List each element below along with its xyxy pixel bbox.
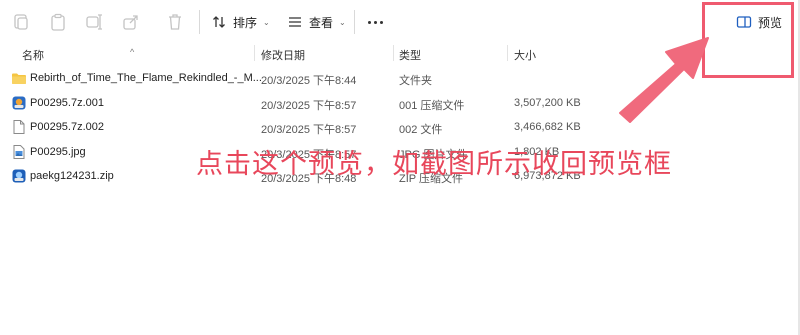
rename-icon[interactable] <box>83 11 105 33</box>
archive-icon <box>11 95 27 111</box>
preview-highlight-box <box>702 2 794 78</box>
folder-icon <box>11 70 27 86</box>
column-date-header[interactable]: 修改日期 <box>261 47 305 63</box>
file-name: P00295.jpg <box>30 145 86 158</box>
toolbar-separator <box>199 10 200 34</box>
sort-icon <box>213 16 225 28</box>
view-button[interactable]: 查看 ⌄ <box>287 10 346 34</box>
column-divider[interactable] <box>254 45 255 61</box>
copy-icon[interactable] <box>10 11 32 33</box>
annotation-text: 点击这个预览，如截图所示收回预览框 <box>196 149 672 180</box>
file-type: 文件夹 <box>399 75 432 87</box>
column-size-header[interactable]: 大小 <box>514 47 536 63</box>
file-name: Rebirth_of_Time_The_Flame_Rekindled_-_M.… <box>30 72 262 84</box>
chevron-down-icon: ⌄ <box>263 17 270 27</box>
column-name-header[interactable]: 名称 <box>22 47 44 63</box>
file-name: paekg124231.zip <box>30 170 114 182</box>
zip-icon <box>11 168 27 184</box>
file-row[interactable]: P00295.7z.001 20/3/2025 下午8:57 001 压缩文件 … <box>0 91 800 116</box>
image-file-icon <box>11 144 27 160</box>
file-name: P00295.7z.002 <box>30 121 105 133</box>
file-row[interactable]: P00295.7z.002 20/3/2025 下午8:57 002 文件 3,… <box>0 115 800 140</box>
column-divider[interactable] <box>507 45 508 61</box>
sort-ascending-icon: ^ <box>130 47 135 57</box>
delete-icon[interactable] <box>164 11 186 33</box>
file-type: 002 文件 <box>399 124 443 136</box>
view-label: 查看 <box>309 15 334 30</box>
command-bar: 排序 ⌄ 查看 ⌄ 预览 <box>0 0 800 44</box>
file-size: 3,507,200 KB <box>514 96 581 109</box>
chevron-down-icon: ⌄ <box>339 17 346 27</box>
file-date: 20/3/2025 下午8:44 <box>261 75 357 87</box>
column-divider[interactable] <box>393 45 394 61</box>
file-row[interactable]: Rebirth_of_Time_The_Flame_Rekindled_-_M.… <box>0 66 800 91</box>
file-icon <box>11 119 27 135</box>
file-type: 001 压缩文件 <box>399 99 465 112</box>
file-name: P00295.7z.001 <box>30 96 105 109</box>
paste-icon[interactable] <box>47 11 69 33</box>
file-size: 3,466,682 KB <box>514 121 581 133</box>
file-date: 20/3/2025 下午8:57 <box>261 99 357 112</box>
file-date: 20/3/2025 下午8:57 <box>261 124 357 136</box>
toolbar-separator <box>354 10 355 34</box>
more-options-icon[interactable] <box>366 12 384 32</box>
share-icon[interactable] <box>120 11 142 33</box>
sort-label: 排序 <box>233 15 258 30</box>
column-header: ^ 名称 修改日期 类型 大小 <box>0 41 800 65</box>
sort-button[interactable]: 排序 ⌄ <box>211 10 270 34</box>
view-icon <box>289 17 301 27</box>
column-type-header[interactable]: 类型 <box>399 47 421 63</box>
